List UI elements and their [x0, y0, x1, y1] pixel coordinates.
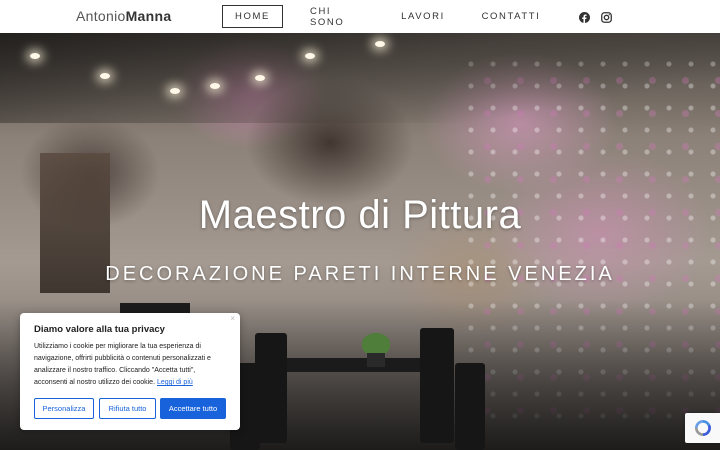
ceiling-light	[170, 88, 180, 94]
close-icon[interactable]: ×	[230, 314, 235, 323]
chair	[420, 328, 454, 443]
nav-item-lavori[interactable]: LAVORI	[401, 5, 443, 28]
instagram-icon[interactable]	[601, 10, 612, 23]
cookie-title: Diamo valore alla tua privacy	[34, 324, 165, 335]
ceiling-light	[255, 75, 265, 81]
ceiling-light	[100, 73, 110, 79]
hero-subtitle: DECORAZIONE PARETI INTERNE VENEZIA	[105, 263, 615, 285]
restaurant-table	[120, 303, 190, 313]
ceiling-light	[305, 53, 315, 59]
plant	[362, 333, 390, 355]
reject-all-button[interactable]: Rifiuta tutto	[99, 398, 156, 419]
plant-pot	[367, 353, 385, 367]
logo-bold-text: Manna	[125, 8, 172, 24]
main-nav: HOME CHI SONO LAVORI CONTATTI	[222, 5, 539, 28]
ceiling-light	[375, 41, 385, 47]
social-links	[579, 10, 612, 23]
site-header: AntonioManna HOME CHI SONO LAVORI CONTAT…	[0, 0, 720, 33]
nav-item-home[interactable]: HOME	[222, 5, 283, 28]
hero-title: Maestro di Pittura	[198, 193, 522, 237]
ceiling-light	[30, 53, 40, 59]
logo-light-text: Antonio	[76, 8, 126, 24]
nav-item-contatti[interactable]: CONTATTI	[482, 5, 539, 28]
cookie-text: Utilizziamo i cookie per migliorare la t…	[34, 341, 230, 389]
recaptcha-icon	[694, 420, 711, 436]
facebook-icon[interactable]	[579, 10, 590, 23]
nav-item-chi-sono[interactable]: CHI SONO	[310, 5, 362, 28]
cookie-policy-link[interactable]: Leggi di più	[157, 379, 193, 386]
ceiling-light	[210, 83, 220, 89]
cookie-banner: × Diamo valore alla tua privacy Utilizzi…	[20, 313, 240, 430]
chair	[455, 363, 485, 450]
accept-all-button[interactable]: Accettare tutto	[160, 398, 226, 419]
site-logo[interactable]: AntonioManna	[76, 8, 171, 24]
recaptcha-badge[interactable]	[685, 413, 720, 443]
customize-button[interactable]: Personalizza	[34, 398, 94, 419]
restaurant-table	[280, 358, 420, 372]
